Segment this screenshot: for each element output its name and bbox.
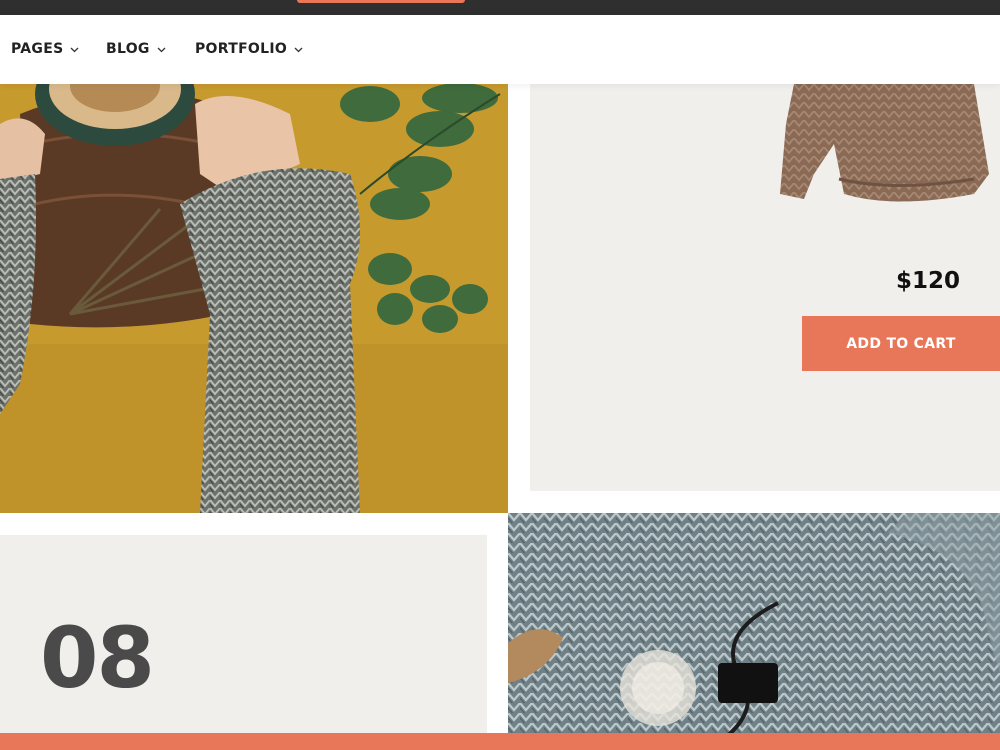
chevron-down-icon bbox=[157, 45, 166, 54]
sweater-product-image[interactable] bbox=[774, 84, 1000, 206]
nav-item-pages[interactable]: PAGES bbox=[11, 41, 79, 57]
bottom-accent-bar bbox=[0, 733, 1000, 750]
nav-item-label: BLOG bbox=[106, 41, 150, 57]
nav-item-label: PORTFOLIO bbox=[195, 41, 288, 57]
chevron-down-icon bbox=[294, 45, 303, 54]
top-bar-button[interactable] bbox=[297, 0, 465, 3]
post-number: 08 bbox=[40, 609, 155, 707]
chevron-down-icon bbox=[70, 45, 79, 54]
add-to-cart-button[interactable]: ADD TO CART bbox=[802, 316, 1000, 371]
knit-scarf-photo[interactable] bbox=[508, 513, 1000, 750]
main-nav: PAGES BLOG PORTFOLIO bbox=[0, 15, 1000, 84]
product-price: $120 bbox=[896, 268, 961, 294]
sweater-hands-photo[interactable] bbox=[0, 84, 508, 513]
top-bar bbox=[0, 0, 1000, 15]
nav-item-portfolio[interactable]: PORTFOLIO bbox=[195, 41, 303, 57]
nav-item-blog[interactable]: BLOG bbox=[106, 41, 166, 57]
nav-item-label: PAGES bbox=[11, 41, 64, 57]
